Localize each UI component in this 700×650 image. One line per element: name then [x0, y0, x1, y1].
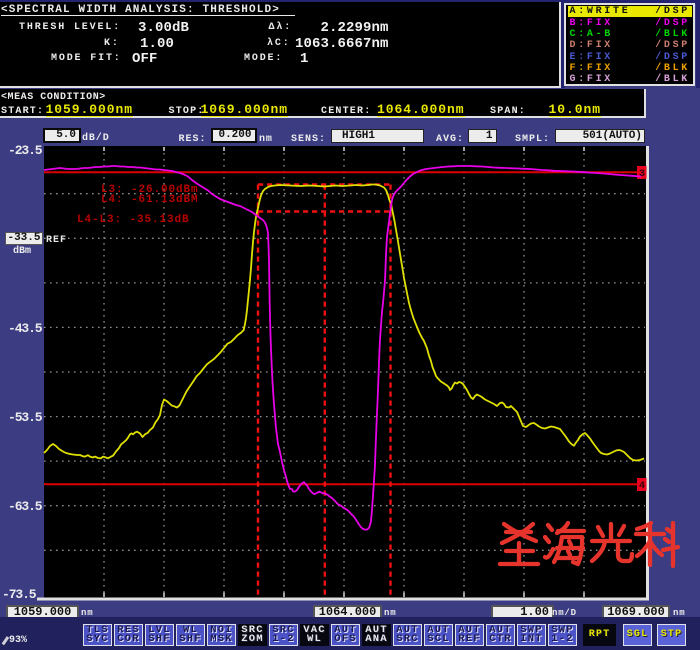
svg-text:L4: -61.13dBM: L4: -61.13dBM: [101, 194, 199, 206]
svg-text:L4-L3: -35.13dB: L4-L3: -35.13dB: [77, 214, 190, 226]
svg-text:4: 4: [639, 481, 645, 492]
svg-text:REF: REF: [46, 235, 67, 246]
svg-text:3: 3: [639, 169, 645, 180]
